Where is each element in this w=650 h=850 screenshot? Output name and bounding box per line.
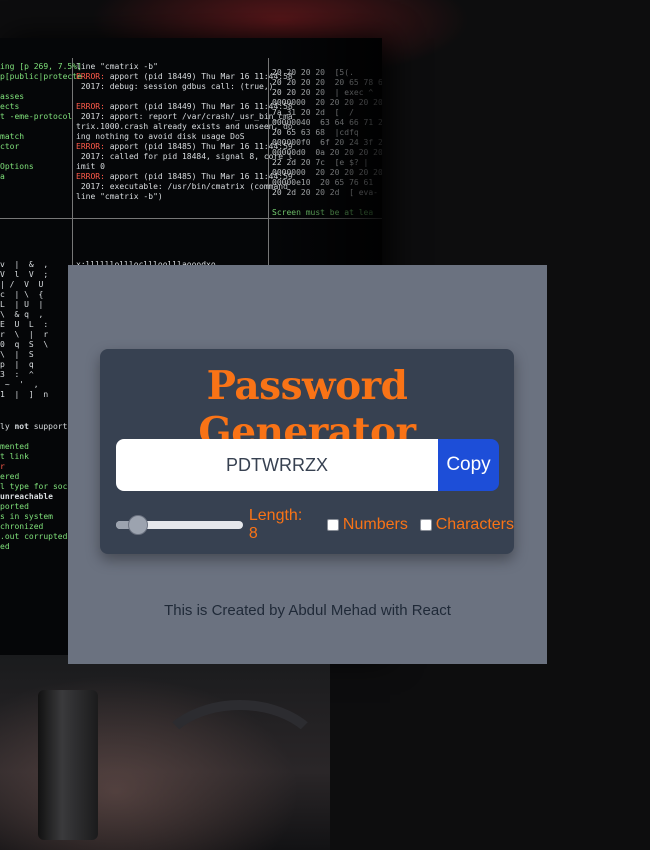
overlay-card: Password Generator Copy Length: 8 Number… — [68, 265, 547, 664]
background-monitor-stand — [38, 690, 98, 840]
length-slider-thumb[interactable] — [128, 515, 148, 535]
copy-button[interactable]: Copy — [438, 439, 499, 491]
numbers-checkbox[interactable] — [327, 519, 339, 531]
length-label: Length: 8 — [248, 507, 303, 542]
background-cable — [150, 700, 330, 830]
numbers-label[interactable]: Numbers — [343, 516, 408, 534]
password-row: Copy — [116, 439, 499, 491]
footer-credit: This is Created by Abdul Mehad with Reac… — [164, 602, 451, 619]
password-field[interactable] — [116, 439, 438, 491]
length-slider[interactable] — [116, 515, 243, 535]
characters-label[interactable]: Characters — [436, 516, 514, 534]
generator-panel: Password Generator Copy Length: 8 Number… — [100, 349, 514, 554]
characters-checkbox[interactable] — [419, 519, 432, 531]
options-row: Length: 8 Numbers Characters — [116, 507, 514, 542]
